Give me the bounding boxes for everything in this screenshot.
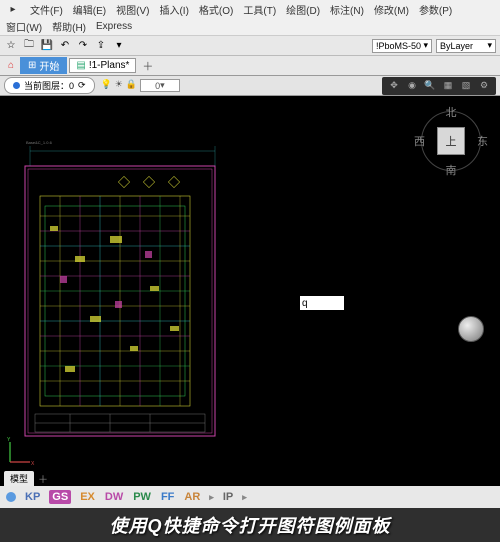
status-dot-icon[interactable]: [6, 492, 16, 502]
app-icon: ▸: [6, 2, 20, 16]
menu-window[interactable]: 窗口(W): [6, 19, 42, 34]
viewcube-north[interactable]: 北: [446, 104, 457, 120]
view-cube[interactable]: 上 北 南 西 东: [416, 106, 486, 176]
lock-icon[interactable]: 🔒: [126, 79, 137, 92]
tab-model[interactable]: 模型: [4, 471, 34, 486]
layout-add-icon[interactable]: ＋: [38, 471, 48, 486]
view-controls: ✥ ◉ 🔍 ▦ ▧ ⚙: [382, 77, 496, 95]
current-layer-label: 当前图层：0: [24, 79, 74, 92]
orbit-icon[interactable]: ◉: [406, 80, 418, 92]
sun-icon[interactable]: ☀: [115, 79, 123, 92]
menu-annotate[interactable]: 标注(N): [330, 2, 364, 17]
layer-tools: 💡 ☀ 🔒 0 ▾: [101, 79, 180, 92]
ucs-icon: Y X: [6, 436, 36, 466]
redo-icon[interactable]: ↷: [76, 39, 90, 53]
video-caption: 使用Q快捷命令打开图符图例面板: [0, 508, 500, 542]
menu-insert[interactable]: 插入(I): [159, 2, 188, 17]
layer-dropdown[interactable]: 0 ▾: [140, 79, 180, 92]
new-icon[interactable]: ☆: [4, 39, 18, 53]
open-icon[interactable]: 🗀: [22, 39, 36, 53]
menu-modify[interactable]: 修改(M): [374, 2, 409, 17]
status-dw[interactable]: DW: [104, 491, 124, 503]
tab-add-button[interactable]: ＋: [138, 58, 157, 74]
menu-format[interactable]: 格式(O): [199, 2, 233, 17]
menu-file[interactable]: 文件(F): [30, 2, 63, 17]
bulb-icon[interactable]: 💡: [101, 79, 112, 92]
pan-icon[interactable]: ✥: [388, 80, 400, 92]
layout-tab-strip: 模型 ＋: [4, 470, 48, 486]
status-ex[interactable]: EX: [79, 491, 96, 503]
layer-combo[interactable]: ByLayer▾: [436, 39, 496, 53]
model-viewport[interactable]: Base&C_1.0.6 上 北 南 西 东 q Y X 模型 ＋: [0, 96, 500, 486]
quick-access-toolbar: ☆ 🗀 💾 ↶ ↷ ⇪ ▾ !PboMS-50▾ ByLayer▾: [0, 36, 500, 56]
command-input[interactable]: q: [300, 296, 344, 310]
grid-icon: ⊞: [28, 60, 36, 71]
viewcube-east[interactable]: 东: [477, 133, 488, 149]
current-layer-pill[interactable]: 当前图层：0 ⟳: [4, 77, 95, 94]
menu-tools[interactable]: 工具(T): [243, 2, 276, 17]
status-ip[interactable]: IP: [222, 491, 234, 503]
menu-bar-row1: ▸ 文件(F) 编辑(E) 视图(V) 插入(I) 格式(O) 工具(T) 绘图…: [0, 0, 500, 18]
undo-icon[interactable]: ↶: [58, 39, 72, 53]
menu-view[interactable]: 视图(V): [116, 2, 149, 17]
status-pw[interactable]: PW: [132, 491, 152, 503]
menu-edit[interactable]: 编辑(E): [73, 2, 106, 17]
more-icon[interactable]: ▾: [112, 39, 126, 53]
menu-param[interactable]: 参数(P): [419, 2, 452, 17]
chevron-right-icon[interactable]: ▸: [209, 492, 214, 503]
viewcube-south[interactable]: 南: [446, 162, 457, 178]
tab-file-plans[interactable]: ▤ !1-Plans*: [69, 58, 136, 73]
file-tab-bar: ⌂ ⊞ 开始 ▤ !1-Plans* ＋: [0, 56, 500, 76]
share-icon[interactable]: ⇪: [94, 39, 108, 53]
refresh-icon[interactable]: ⟳: [78, 80, 86, 91]
view-icon[interactable]: ▦: [442, 80, 454, 92]
save-icon[interactable]: 💾: [40, 39, 54, 53]
menu-help[interactable]: 帮助(H): [52, 19, 86, 34]
navigation-wheel[interactable]: [458, 316, 484, 342]
status-ff[interactable]: FF: [160, 491, 175, 503]
status-gs[interactable]: GS: [49, 490, 71, 504]
status-bar: KP GS EX DW PW FF AR ▸ IP ▸: [0, 486, 500, 508]
linetype-combo[interactable]: !PboMS-50▾: [372, 39, 432, 53]
drawing-content: Base&C_1.0.6: [20, 136, 230, 466]
svg-text:Base&C_1.0.6: Base&C_1.0.6: [26, 140, 53, 145]
menu-draw[interactable]: 绘图(D): [286, 2, 320, 17]
tab-start[interactable]: ⊞ 开始: [20, 57, 67, 74]
style-icon[interactable]: ▧: [460, 80, 472, 92]
status-ar[interactable]: AR: [183, 491, 201, 503]
status-kp[interactable]: KP: [24, 491, 41, 503]
zoom-icon[interactable]: 🔍: [424, 80, 436, 92]
menu-express[interactable]: Express: [96, 21, 132, 32]
properties-toolbar: 当前图层：0 ⟳ 💡 ☀ 🔒 0 ▾ ✥ ◉ 🔍 ▦ ▧ ⚙: [0, 76, 500, 96]
viewcube-west[interactable]: 西: [414, 133, 425, 149]
layer-color-dot: [13, 82, 20, 89]
menu-bar-row2: 窗口(W) 帮助(H) Express: [0, 18, 500, 36]
chevron-right-icon-2[interactable]: ▸: [242, 492, 247, 503]
file-icon: ▤: [76, 60, 85, 71]
home-icon[interactable]: ⌂: [4, 59, 18, 73]
config-icon[interactable]: ⚙: [478, 80, 490, 92]
svg-text:X: X: [31, 461, 35, 466]
